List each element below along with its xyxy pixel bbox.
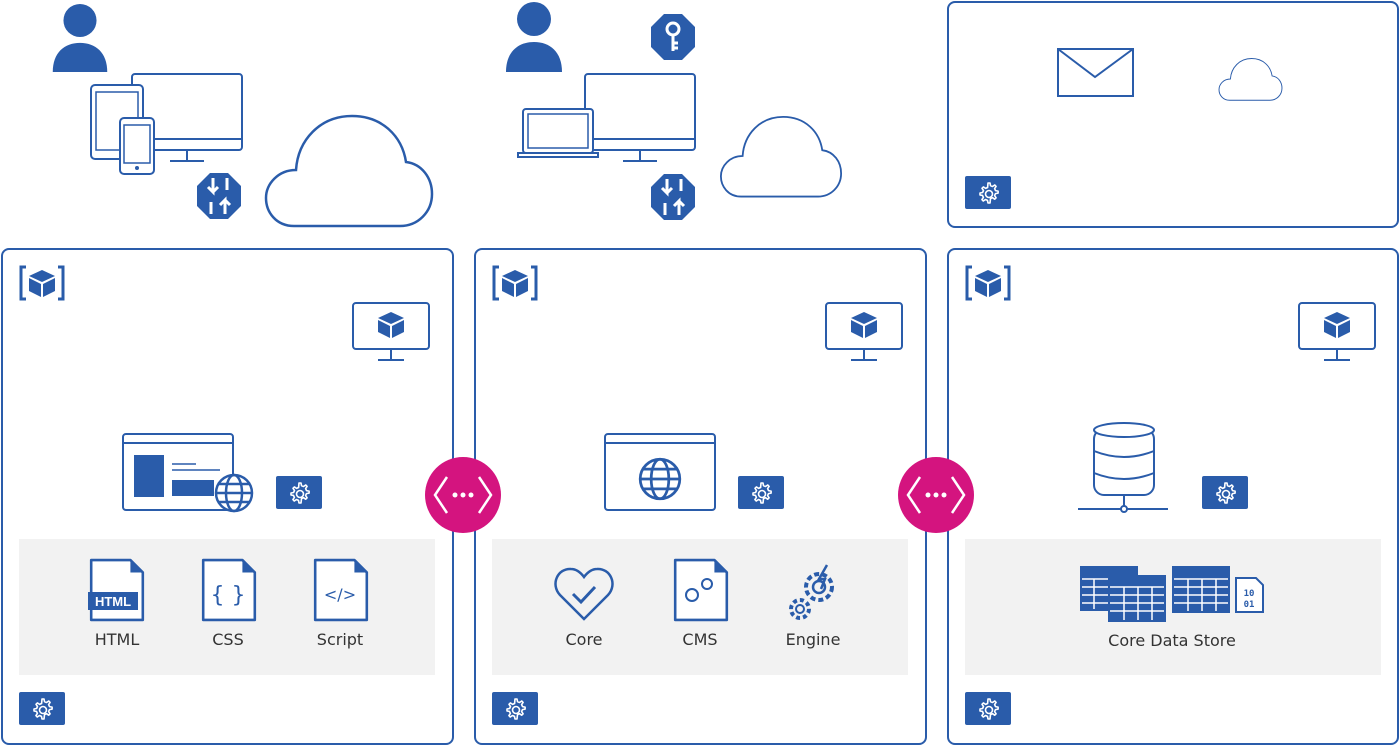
web-app-icon	[122, 433, 256, 515]
cms-file-icon	[673, 558, 729, 622]
svg-text:01: 01	[1244, 600, 1255, 610]
heart-check-icon	[554, 566, 614, 622]
code-connector-icon	[906, 476, 966, 514]
gear-icon	[976, 181, 1000, 205]
svg-text:{ }: { }	[211, 583, 246, 608]
settings-button[interactable]	[738, 476, 784, 509]
svg-text:</>: </>	[324, 585, 356, 604]
transfer-arrows-icon	[196, 172, 242, 220]
gear-icon	[976, 697, 1000, 721]
css-file-icon: { }	[201, 558, 257, 622]
item-label-html: HTML	[94, 630, 140, 649]
html-file-icon: HTML	[88, 558, 145, 622]
container-cube-icon	[18, 265, 66, 301]
services-box	[947, 1, 1399, 228]
settings-button[interactable]	[492, 692, 538, 725]
script-file-icon: </>	[313, 558, 369, 622]
email-icon	[1057, 48, 1134, 97]
container-cube-icon	[491, 265, 539, 301]
vm-monitor-icon	[352, 302, 430, 362]
item-label-engine: Engine	[785, 630, 841, 649]
item-label-core: Core	[565, 630, 603, 649]
cloud-icon	[718, 114, 844, 198]
svg-text:10: 10	[1244, 589, 1255, 599]
settings-button[interactable]	[965, 692, 1011, 725]
code-connector-icon	[433, 476, 493, 514]
user-icon	[506, 0, 562, 74]
settings-button[interactable]	[965, 176, 1011, 209]
transfer-arrows-icon	[650, 173, 696, 221]
database-server-icon	[1077, 421, 1170, 515]
html-badge-text: HTML	[95, 594, 131, 609]
gear-icon	[1213, 481, 1237, 505]
gear-icon	[30, 697, 54, 721]
vm-monitor-icon	[825, 302, 903, 362]
gear-icon	[749, 481, 773, 505]
gear-icon	[287, 481, 311, 505]
gear-icon	[503, 697, 527, 721]
api-connector	[898, 457, 974, 533]
api-connector	[425, 457, 501, 533]
settings-button[interactable]	[19, 692, 65, 725]
devices-icon	[90, 73, 245, 175]
item-label-css: CSS	[212, 630, 244, 649]
user-icon	[52, 2, 108, 74]
web-browser-icon	[604, 433, 716, 511]
laptop-monitor-icon	[517, 73, 697, 165]
item-label-script: Script	[316, 630, 364, 649]
data-tables-icon: 10 01	[1080, 565, 1268, 623]
settings-button[interactable]	[276, 476, 322, 509]
item-label-core-data-store: Core Data Store	[1108, 631, 1236, 650]
cloud-icon	[264, 112, 434, 228]
engine-gears-icon	[787, 563, 841, 621]
container-cube-icon	[964, 265, 1012, 301]
item-label-cms: CMS	[682, 630, 718, 649]
key-icon	[650, 13, 696, 61]
settings-button[interactable]	[1202, 476, 1248, 509]
cloud-gears-icon	[1212, 57, 1289, 101]
vm-monitor-icon	[1298, 302, 1376, 362]
